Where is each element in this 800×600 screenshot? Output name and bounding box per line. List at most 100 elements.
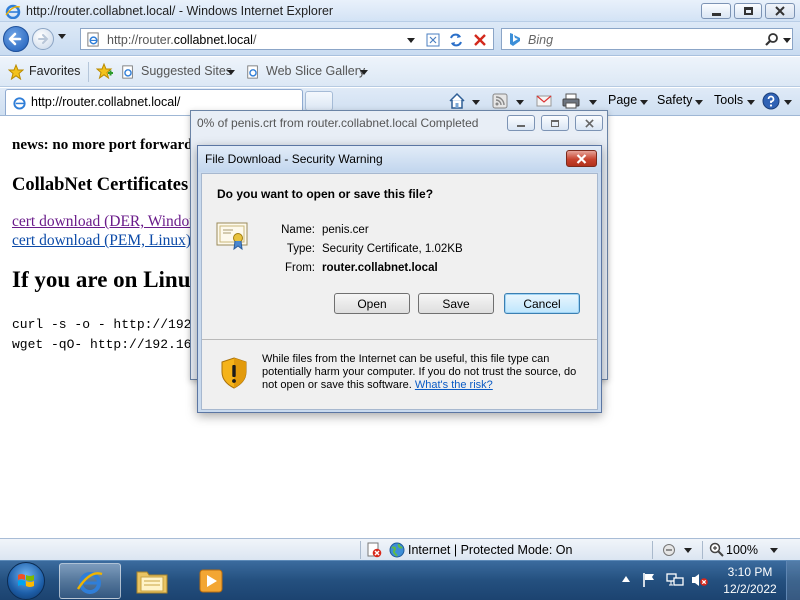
forward-button[interactable]: [32, 28, 54, 50]
help-icon[interactable]: [762, 92, 780, 110]
minimize-icon: [517, 124, 525, 127]
cancel-button[interactable]: Cancel: [504, 293, 580, 314]
taskbar-internet-explorer[interactable]: [59, 563, 121, 599]
linux-heading: If you are on Linux: [12, 267, 203, 292]
taskbar-windows-explorer[interactable]: [121, 563, 183, 599]
read-mail-icon[interactable]: [536, 94, 552, 108]
restore-icon: [743, 7, 753, 15]
security-zone-text[interactable]: Internet | Protected Mode: On: [408, 543, 572, 557]
address-bar[interactable]: http://router.collabnet.local/: [80, 28, 494, 50]
safety-menu[interactable]: Safety: [657, 93, 692, 107]
navigation-bar: http://router.collabnet.local/ Bing: [0, 22, 800, 56]
feeds-icon[interactable]: [492, 93, 508, 109]
security-shield-icon: [221, 357, 247, 389]
clock-time[interactable]: 3:10 PM: [726, 565, 774, 579]
cert-download-der-link[interactable]: cert download (DER, Windows): [12, 213, 212, 231]
zoom-icon[interactable]: [709, 542, 724, 557]
dialog-title: File Download - Security Warning: [205, 152, 383, 166]
forward-arrow-icon: [38, 34, 49, 44]
open-button[interactable]: Open: [334, 293, 410, 314]
file-type-label: Type:: [286, 243, 315, 255]
tab-label: http://router.collabnet.local/: [31, 95, 181, 109]
new-tab-button[interactable]: [305, 91, 333, 111]
cert-download-pem-link[interactable]: cert download (PEM, Linux): [12, 232, 191, 250]
suggested-sites-icon: [122, 65, 133, 79]
popup-blocker-icon[interactable]: [662, 543, 678, 557]
add-to-favorites-icon[interactable]: [96, 63, 113, 80]
minimize-button[interactable]: [701, 3, 731, 19]
download-progress-title: 0% of penis.crt from router.collabnet.lo…: [197, 116, 479, 130]
file-from-label: From:: [284, 262, 315, 274]
tools-menu[interactable]: Tools: [714, 93, 743, 107]
help-dropdown[interactable]: [784, 100, 792, 105]
safety-menu-dropdown[interactable]: [695, 100, 703, 105]
address-url[interactable]: http://router.collabnet.local/: [107, 33, 256, 47]
dialog-divider: [202, 339, 597, 340]
clock-date[interactable]: 12/2/2022: [720, 582, 780, 596]
blocked-content-icon[interactable]: [366, 542, 382, 558]
popup-blocker-dropdown[interactable]: [684, 548, 692, 553]
progress-close-button[interactable]: [575, 115, 603, 131]
home-icon[interactable]: [448, 92, 466, 110]
save-button[interactable]: Save: [418, 293, 494, 314]
back-button[interactable]: [3, 26, 29, 52]
close-icon: [775, 6, 785, 16]
volume-muted-icon[interactable]: [691, 572, 709, 588]
show-hidden-icons-button[interactable]: [622, 576, 630, 582]
zoom-dropdown[interactable]: [770, 548, 778, 553]
stop-icon[interactable]: [473, 33, 487, 47]
close-icon: [576, 153, 587, 164]
search-options-dropdown[interactable]: [783, 38, 791, 43]
wget-command: wget -qO- http://192.168.: [12, 337, 208, 352]
web-slice-gallery-icon: [247, 65, 258, 79]
maximize-button[interactable]: [734, 3, 762, 19]
progress-maximize-button[interactable]: [541, 115, 569, 131]
file-download-dialog: File Download - Security Warning Do you …: [197, 145, 602, 413]
print-dropdown[interactable]: [589, 100, 597, 105]
file-type-value: Security Certificate, 1.02KB: [322, 243, 463, 255]
action-center-flag-icon[interactable]: [642, 572, 656, 588]
minimize-icon: [711, 12, 721, 16]
network-icon[interactable]: [666, 572, 684, 588]
favorites-star-icon: [8, 64, 24, 80]
address-dropdown[interactable]: [407, 38, 415, 43]
search-icon[interactable]: [764, 32, 779, 47]
whats-the-risk-link[interactable]: What's the risk?: [415, 379, 493, 391]
zoom-level[interactable]: 100%: [726, 543, 758, 557]
home-dropdown[interactable]: [472, 100, 480, 105]
suggested-sites-dropdown[interactable]: [227, 70, 235, 75]
page-menu-dropdown[interactable]: [640, 100, 648, 105]
certificates-heading: CollabNet Certificates: [12, 175, 189, 195]
dialog-body: Do you want to open or save this file? N…: [201, 173, 598, 410]
dialog-question: Do you want to open or save this file?: [217, 187, 434, 201]
status-divider: [702, 541, 703, 559]
refresh-icon[interactable]: [448, 32, 464, 48]
print-icon[interactable]: [562, 92, 580, 110]
close-window-button[interactable]: [765, 3, 795, 19]
tools-menu-dropdown[interactable]: [747, 100, 755, 105]
windows-logo-icon: [18, 574, 34, 587]
taskbar-media-player[interactable]: [181, 563, 243, 599]
web-slice-gallery-link[interactable]: Web Slice Gallery: [266, 64, 365, 78]
start-button[interactable]: [7, 562, 45, 600]
search-placeholder: Bing: [528, 33, 554, 47]
folder-icon: [136, 571, 168, 594]
window-title-bar: http://router.collabnet.local/ - Windows…: [0, 0, 800, 22]
file-from-value: router.collabnet.local: [322, 262, 438, 274]
search-box[interactable]: Bing: [501, 28, 793, 50]
web-slice-gallery-dropdown[interactable]: [360, 70, 368, 75]
feeds-dropdown[interactable]: [516, 100, 524, 105]
status-divider: [652, 541, 653, 559]
back-arrow-icon: [8, 32, 22, 46]
security-warning-text: While files from the Internet can be use…: [262, 353, 577, 391]
favorites-button[interactable]: Favorites: [29, 64, 80, 78]
favorites-bar: Favorites Suggested Sites Web Slice Gall…: [0, 57, 800, 87]
suggested-sites-link[interactable]: Suggested Sites: [141, 64, 232, 78]
progress-minimize-button[interactable]: [507, 115, 535, 131]
dialog-close-button[interactable]: [566, 150, 597, 167]
page-menu[interactable]: Page: [608, 93, 637, 107]
recent-pages-dropdown[interactable]: [58, 34, 66, 39]
compatibility-view-icon[interactable]: [425, 32, 441, 48]
media-player-icon: [199, 569, 223, 593]
show-desktop-button[interactable]: [786, 561, 800, 600]
